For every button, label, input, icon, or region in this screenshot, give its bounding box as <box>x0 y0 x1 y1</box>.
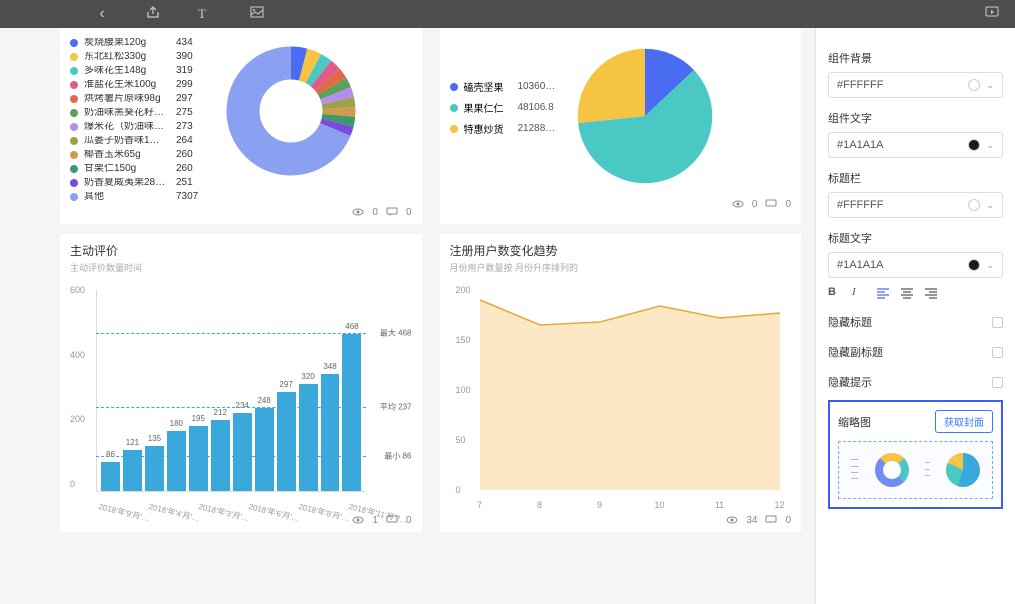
chevron-down-icon: ⌄ <box>986 260 994 271</box>
donut-legend: 炭烧腰果120g434东北红松330g390多味花生148g319淮盐花生米10… <box>70 36 210 204</box>
canvas-area: 炭烧腰果120g434东北红松330g390多味花生148g319淮盐花生米10… <box>0 28 815 604</box>
hide-subtitle-toggle[interactable]: 隐藏副标题 <box>828 344 1003 360</box>
align-right-icon[interactable] <box>924 286 938 300</box>
card-stats: 0 0 <box>450 196 792 212</box>
text-format-row: B I <box>828 286 1003 300</box>
align-center-icon[interactable] <box>900 286 914 300</box>
bar-chart: 0200400600861211351801952122342482973203… <box>70 282 412 512</box>
chart-subtitle: 月份用户数量按 月份升序排列的 <box>450 261 792 274</box>
card-stats: 34 0 <box>450 512 792 528</box>
title-bar-input[interactable]: #FFFFFF ⌄ <box>828 192 1003 218</box>
eye-icon <box>352 514 364 526</box>
title-text-input[interactable]: #1A1A1A ⌄ <box>828 252 1003 278</box>
chart-subtitle: 主动评价数量时间 <box>70 261 412 274</box>
card-stats: 0 0 <box>70 204 412 220</box>
italic-icon[interactable]: I <box>852 286 866 300</box>
bar-chart-card[interactable]: 主动评价 主动评价数量时间 02004006008612113518019521… <box>60 234 422 532</box>
export-icon[interactable] <box>146 5 164 24</box>
play-icon[interactable] <box>985 5 1003 24</box>
chevron-down-icon: ⌄ <box>986 80 994 91</box>
bold-icon[interactable]: B <box>828 286 842 300</box>
comp-bg-label: 组件背景 <box>828 50 1003 66</box>
right-properties-panel: 组件背景 #FFFFFF ⌄ 组件文字 #1A1A1A ⌄ 标题栏 #FFFFF… <box>815 28 1015 604</box>
donut-chart-card[interactable]: 炭烧腰果120g434东北红松330g390多味花生148g319淮盐花生米10… <box>60 28 422 224</box>
hide-title-toggle[interactable]: 隐藏标题 <box>828 314 1003 330</box>
eye-icon <box>726 514 738 526</box>
comp-text-input[interactable]: #1A1A1A ⌄ <box>828 132 1003 158</box>
pie-chart-card[interactable]: 磕壳坚果10360…果果仁仁48106.8特惠炒货21288… 0 0 <box>440 28 802 224</box>
get-cover-button[interactable]: 获取封面 <box>935 410 993 433</box>
donut-chart <box>216 36 366 186</box>
hide-hint-toggle[interactable]: 隐藏提示 <box>828 374 1003 390</box>
chart-title: 注册用户数变化趋势 <box>450 242 792 259</box>
thumbnail-preview[interactable]: ━━━━━━━━━━━━ ━━━━━━ <box>838 441 993 499</box>
chart-title: 主动评价 <box>70 242 412 259</box>
line-chart: 050100150200789101112 <box>450 282 792 512</box>
text-icon[interactable]: T <box>198 6 216 22</box>
comment-icon <box>765 198 777 210</box>
title-bar-label: 标题栏 <box>828 170 1003 186</box>
thumbnail-label: 缩略图 <box>838 414 871 430</box>
title-text-label: 标题文字 <box>828 230 1003 246</box>
comp-bg-input[interactable]: #FFFFFF ⌄ <box>828 72 1003 98</box>
eye-icon <box>732 198 744 210</box>
thumbnail-section: 缩略图 获取封面 ━━━━━━━━━━━━ ━━━━━━ <box>828 400 1003 509</box>
chevron-down-icon: ⌄ <box>986 140 994 151</box>
comment-icon <box>765 514 777 526</box>
chevron-down-icon: ⌄ <box>986 200 994 211</box>
back-button[interactable]: ‹ <box>92 5 112 23</box>
pie-legend: 磕壳坚果10360…果果仁仁48106.8特惠炒货21288… <box>450 76 556 139</box>
line-chart-card[interactable]: 注册用户数变化趋势 月份用户数量按 月份升序排列的 05010015020078… <box>440 234 802 532</box>
top-toolbar: ‹ T <box>0 0 1015 28</box>
comment-icon <box>386 206 398 218</box>
pie-chart <box>565 36 725 196</box>
image-icon[interactable] <box>250 5 268 24</box>
comp-text-label: 组件文字 <box>828 110 1003 126</box>
align-left-icon[interactable] <box>876 286 890 300</box>
eye-icon <box>352 206 364 218</box>
